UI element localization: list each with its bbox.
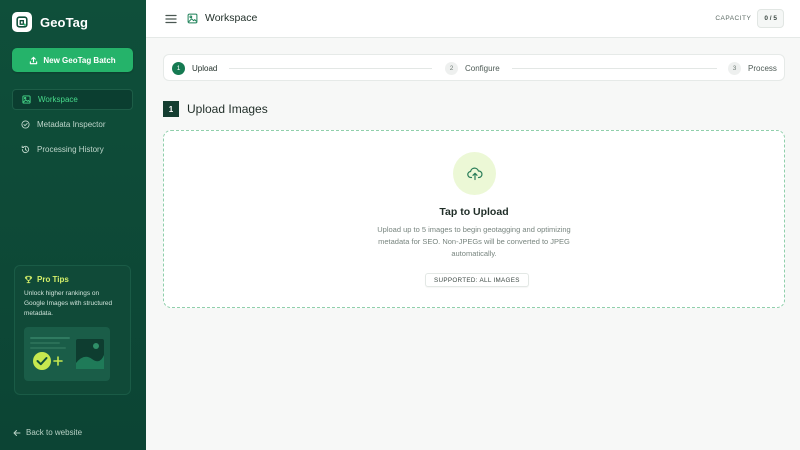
section-number: 1 [163,101,179,117]
dropzone-title: Tap to Upload [439,206,509,218]
back-to-website-label: Back to website [26,428,83,437]
menu-button[interactable] [164,12,178,26]
step-number: 1 [172,62,185,75]
supported-formats-badge: SUPPORTED: ALL IMAGES [425,273,529,287]
progress-stepper: 1 Upload 2 Configure 3 Process [163,54,785,81]
sidebar-item-label: Workspace [38,95,78,104]
history-icon [21,145,30,153]
pro-tips-heading: Pro Tips [24,275,121,284]
step-upload: 1 Upload [172,62,217,75]
section-title: Upload Images [187,102,268,116]
geotag-logo-icon [12,12,32,32]
image-icon [22,95,31,104]
upload-dropzone[interactable]: Tap to Upload Upload up to 5 images to b… [163,130,785,308]
capacity-value: 0 / 5 [757,9,784,28]
sidebar-nav: Workspace Metadata Inspector Processing … [12,89,133,164]
step-process: 3 Process [728,62,777,75]
new-batch-label: New GeoTag Batch [43,55,116,65]
back-to-website-link[interactable]: Back to website [13,428,82,437]
check-circle-icon [21,120,30,129]
trophy-icon [24,275,33,284]
page-title: Workspace [205,12,258,24]
top-header: Workspace CAPACITY 0 / 5 [146,0,800,38]
new-batch-button[interactable]: New GeoTag Batch [12,48,133,72]
step-connector [229,68,432,69]
pro-tips-card: Pro Tips Unlock higher rankings on Googl… [14,265,131,395]
step-number: 2 [445,62,458,75]
hamburger-menu-icon [165,14,177,24]
arrow-left-icon [13,429,21,436]
step-configure: 2 Configure [445,62,500,75]
sidebar-item-label: Metadata Inspector [37,120,106,129]
capacity-indicator: CAPACITY 0 / 5 [715,9,784,28]
brand[interactable]: GeoTag [12,12,88,32]
sidebar-item-metadata-inspector[interactable]: Metadata Inspector [12,114,133,135]
image-icon [187,13,198,24]
step-label: Configure [465,64,500,73]
pro-tips-title: Pro Tips [37,275,69,284]
sidebar-item-label: Processing History [37,145,104,154]
capacity-label: CAPACITY [715,15,752,22]
upload-cloud-badge [453,152,496,195]
pro-tips-illustration [24,327,110,381]
step-connector [512,68,717,69]
sidebar-item-workspace[interactable]: Workspace [12,89,133,110]
step-label: Upload [192,64,218,73]
step-number: 3 [728,62,741,75]
dropzone-description: Upload up to 5 images to begin geotaggin… [377,225,571,258]
step-label: Process [748,64,777,73]
sidebar-item-processing-history[interactable]: Processing History [12,139,133,160]
pro-tips-text: Unlock higher rankings on Google Images … [24,290,113,317]
sidebar: GeoTag New GeoTag Batch Workspace Metada… [0,0,146,450]
section-heading: 1 Upload Images [163,101,268,117]
brand-name: GeoTag [40,14,89,30]
cloud-upload-icon [466,167,483,180]
upload-icon [30,56,38,64]
